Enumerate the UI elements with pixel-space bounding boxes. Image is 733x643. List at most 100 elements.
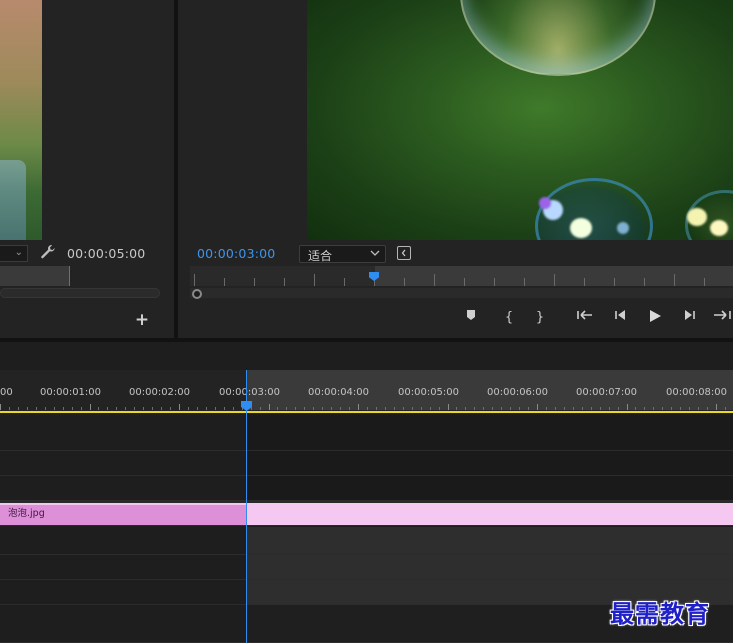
ruler-tick — [376, 407, 377, 410]
ruler-tick — [331, 407, 332, 410]
ruler-label: 00:00:05:00 — [398, 387, 460, 398]
ruler-tick — [170, 407, 171, 410]
ruler-tick — [254, 278, 255, 286]
ruler-tick — [54, 407, 55, 410]
step-forward-icon[interactable] — [681, 309, 699, 327]
playhead-marker — [369, 272, 379, 281]
track-row[interactable] — [0, 414, 733, 451]
program-playhead[interactable] — [369, 272, 379, 284]
ruler-tick — [501, 407, 502, 410]
go-to-out-icon[interactable] — [712, 309, 733, 327]
ruler-tick — [314, 274, 315, 286]
ruler-tick — [537, 404, 538, 410]
ruler-tick — [653, 407, 654, 410]
ruler-tick — [143, 407, 144, 410]
ruler-tick — [367, 407, 368, 410]
ruler-tick — [161, 407, 162, 410]
source-zoom-dropdown[interactable]: ⌄ — [0, 245, 28, 262]
ruler-tick — [680, 407, 681, 410]
track-row[interactable] — [0, 555, 733, 580]
ruler-label: 00 — [0, 387, 13, 398]
source-time-ruler[interactable] — [0, 266, 174, 288]
watermark-logo: 最需教育 — [610, 599, 710, 628]
mark-in-icon[interactable]: { — [501, 309, 517, 327]
source-zoom-scrollbar[interactable] — [0, 288, 160, 298]
work-area-bar[interactable] — [0, 411, 733, 413]
ruler-label: 00:00:07:00 — [576, 387, 638, 398]
monitor-settings-icon[interactable] — [397, 246, 411, 260]
track-row[interactable] — [0, 527, 733, 555]
ruler-tick — [483, 407, 484, 410]
ruler-tick — [344, 278, 345, 286]
ruler-tick — [555, 407, 556, 410]
ruler-tick — [188, 407, 189, 410]
zoom-fit-select[interactable]: 适合 — [299, 245, 386, 263]
mark-out-icon[interactable]: } — [532, 309, 548, 327]
ruler-tick — [528, 407, 529, 410]
ruler-tick — [644, 407, 645, 410]
ruler-tick — [716, 404, 717, 410]
ruler-tick — [725, 407, 726, 410]
source-timecode[interactable]: 00:00:05:00 — [67, 246, 145, 261]
ruler-label: 00:00:06:00 — [487, 387, 549, 398]
ruler-tick — [704, 278, 705, 286]
step-back-icon[interactable] — [611, 309, 629, 327]
ruler-tick — [600, 407, 601, 410]
ruler-tick — [394, 407, 395, 410]
ruler-tick — [707, 407, 708, 410]
ruler-tick — [403, 407, 404, 410]
ruler-tick — [573, 407, 574, 410]
ruler-tick — [554, 274, 555, 286]
add-marker-icon[interactable] — [463, 309, 479, 327]
program-timecode[interactable]: 00:00:03:00 — [197, 246, 275, 261]
ruler-tick — [434, 274, 435, 286]
source-video-preview — [0, 0, 42, 240]
ruler-tick — [27, 407, 28, 410]
ruler-tick — [671, 407, 672, 410]
ruler-tick — [260, 407, 261, 410]
program-video-preview — [307, 0, 733, 240]
ruler-label: 00:00:02:00 — [129, 387, 191, 398]
plus-icon[interactable]: + — [134, 312, 150, 329]
ruler-tick — [591, 407, 592, 410]
timeline-time-ruler[interactable]: 00 00:00:01:00 00:00:02:00 00:00:03:00 0… — [0, 370, 733, 414]
ruler-tick — [546, 407, 547, 410]
ruler-tick — [492, 407, 493, 410]
ruler-tick — [98, 407, 99, 410]
ruler-tick — [510, 407, 511, 410]
scrollbar-handle[interactable] — [192, 289, 202, 299]
play-icon[interactable] — [646, 309, 664, 327]
source-playhead[interactable] — [69, 266, 70, 286]
ruler-tick — [152, 407, 153, 410]
clip-bubble-jpg-right[interactable] — [247, 503, 733, 525]
ruler-tick — [134, 407, 135, 410]
ruler-tick — [464, 278, 465, 286]
ruler-tick — [439, 407, 440, 410]
ruler-tick — [224, 278, 225, 286]
ruler-tick — [286, 407, 287, 410]
bubble-image — [460, 0, 656, 76]
ruler-tick — [269, 404, 270, 410]
track-row[interactable] — [0, 476, 733, 501]
wrench-icon[interactable] — [40, 244, 58, 262]
program-time-ruler[interactable] — [190, 266, 733, 288]
program-zoom-scrollbar[interactable] — [190, 288, 733, 298]
ruler-tick — [385, 407, 386, 410]
chevron-down-icon — [370, 248, 380, 261]
ruler-tick — [524, 278, 525, 286]
ruler-tick — [698, 407, 699, 410]
ruler-tick — [107, 407, 108, 410]
ruler-tick — [582, 407, 583, 410]
ruler-tick — [304, 407, 305, 410]
clip-name: 泡泡.jpg — [8, 508, 45, 519]
go-to-in-icon[interactable] — [575, 309, 595, 327]
ruler-tick — [662, 407, 663, 410]
ruler-tick — [9, 407, 10, 410]
ruler-tick — [609, 407, 610, 410]
ruler-tick — [614, 278, 615, 286]
ruler-tick — [45, 407, 46, 410]
bokeh-light — [710, 220, 728, 236]
bokeh-light — [687, 208, 707, 226]
track-row[interactable] — [0, 451, 733, 476]
ruler-tick — [224, 407, 225, 410]
